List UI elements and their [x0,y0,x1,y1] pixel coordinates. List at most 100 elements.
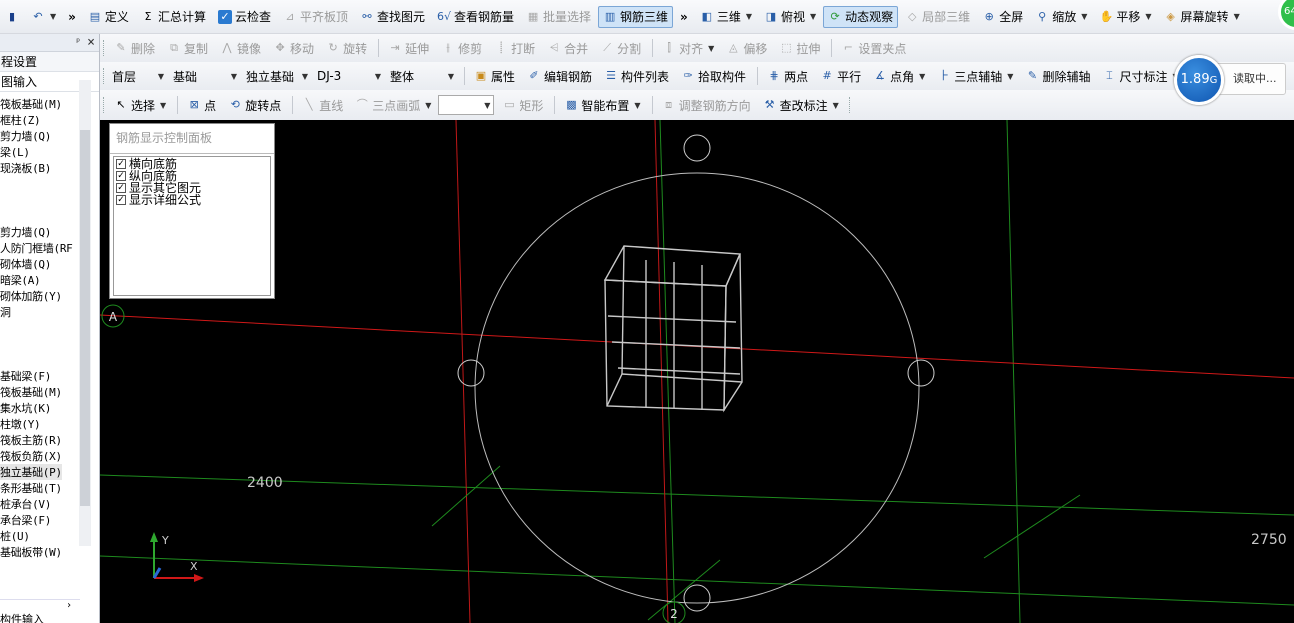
rebar-cage[interactable] [603,245,743,413]
rect-button[interactable]: ▭ 矩形 [497,94,548,116]
point-button[interactable]: ⊠ 点 [182,94,221,116]
tree-item[interactable]: 承台梁(F) [0,512,51,528]
checkbox[interactable]: ✓ [116,183,126,193]
local-3d-button[interactable]: ◇ 局部三维 [900,6,975,28]
toolbar-grip[interactable] [103,97,106,113]
set-vertex-button[interactable]: ⌐ 设置夹点 [836,37,911,59]
toolbar-grip[interactable] [103,68,106,84]
tree-item[interactable]: 桩(U) [0,528,30,544]
tree-item[interactable]: 筏板基础(M) [0,96,62,112]
arc-mode-select[interactable]: ▼ [438,95,495,115]
zoom-button[interactable]: ⚲ 缩放 ▼ [1030,6,1092,28]
pick-component-button[interactable]: ✑ 拾取构件 [676,65,751,87]
adjust-rebar-dir-button[interactable]: ⧈ 调整钢筋方向 [657,94,756,116]
overflow-button[interactable]: » [63,6,81,28]
trim-button[interactable]: ⫲ 修剪 [436,37,487,59]
rebar-3d-button[interactable]: ▥ 钢筋三维 [598,5,674,28]
delete-button[interactable]: ✎ 删除 [109,37,160,59]
summary-button[interactable]: Σ 汇总计算 [136,6,211,28]
tree-item[interactable]: 桩承台(V) [0,496,51,512]
point-angle-button[interactable]: ∡ 点角 ▼ [868,65,930,87]
scroll-thumb[interactable] [80,130,90,506]
toolbar-grip[interactable] [848,97,852,113]
pin-icon[interactable]: ᵖ [75,37,81,48]
memory-bubble[interactable]: 1.89G [1174,55,1224,105]
tree-item[interactable]: 现浇板(B) [0,160,51,176]
component-select[interactable]: DJ-3 ▼ [314,66,384,86]
rotate-point-button[interactable]: ⟲ 旋转点 [223,94,286,116]
overflow-button-2[interactable]: » [675,6,693,28]
properties-button[interactable]: ▣ 属性 [469,65,520,87]
dynamic-observe-button[interactable]: ⟳ 动态观察 [823,5,899,28]
toolbar-grip[interactable] [103,40,106,56]
copy-button[interactable]: ⧉ 复制 [162,37,213,59]
tree-item[interactable]: 基础板带(W) [0,544,62,560]
panel-option[interactable]: ✓ 显示详细公式 [116,194,268,206]
nav-component-input[interactable]: 构件输入 [0,611,44,623]
cad-viewport[interactable]: A 2 Y X [100,120,1294,623]
full-screen-button[interactable]: ⊕ 全屏 [977,6,1028,28]
checkbox[interactable]: ✓ [116,195,126,205]
undo-button[interactable]: ↶ ▼ [26,6,61,28]
tree-item[interactable]: 剪力墙(Q) [0,128,51,144]
select-button[interactable]: ↖ 选择 ▼ [109,94,171,116]
checkbox[interactable]: ✓ [116,171,126,181]
tree-item[interactable]: 梁(L) [0,144,30,160]
component-list-button[interactable]: ☰ 构件列表 [599,65,674,87]
smart-layout-button[interactable]: ▩ 智能布置 ▼ [559,94,645,116]
offset-button[interactable]: ◬ 偏移 [721,37,772,59]
tree-item[interactable]: 暗梁(A) [0,272,41,288]
tree-item[interactable]: 砌体加筋(Y) [0,288,62,304]
delete-aux-button[interactable]: ✎ 删除辅轴 [1020,65,1095,87]
merge-button[interactable]: ⩤ 合并 [542,37,593,59]
pan-button[interactable]: ✋ 平移 ▼ [1094,6,1156,28]
tree-item[interactable]: 集水坑(K) [0,400,51,416]
split-button[interactable]: ⟋ 分割 [595,37,646,59]
align-button[interactable]: ⫿ 对齐 ▼ [657,37,719,59]
category-select[interactable]: 基础 ▼ [170,66,240,86]
checkbox[interactable]: ✓ [116,159,126,169]
parallel-button[interactable]: # 平行 [815,65,866,87]
arc-button[interactable]: ⌒ 三点画弧 ▼ [350,94,436,116]
break-button[interactable]: ⸽ 打断 [489,37,540,59]
tree-item[interactable]: 框柱(Z) [0,112,41,128]
nav-project-settings[interactable]: 程设置 [0,52,99,72]
dimension-button[interactable]: ⌶尺寸标注▼ [1097,65,1183,87]
line-button[interactable]: ╲ 直线 [297,94,348,116]
screen-rotate-button[interactable]: ◈ 屏幕旋转 ▼ [1159,6,1245,28]
stretch-button[interactable]: ⬚ 拉伸 [774,37,825,59]
part-select[interactable]: 整体 ▼ [387,66,457,86]
flush-slab-button[interactable]: ⊿ 平齐板顶 [278,6,353,28]
define-button[interactable]: ▤ 定义 [83,6,134,28]
mirror-button[interactable]: ⋀ 镜像 [215,37,266,59]
tree-item[interactable]: 基础梁(F) [0,368,51,384]
move-button[interactable]: ✥ 移动 [268,37,319,59]
two-points-button[interactable]: ⋕ 两点 [762,65,813,87]
tree-item[interactable]: 独立基础(P) [0,464,62,480]
tree-item[interactable]: 人防门框墙(RF [0,240,73,256]
close-icon[interactable]: × [87,35,95,50]
tree-item[interactable]: 剪力墙(Q) [0,224,51,240]
type-select[interactable]: 独立基础 ▼ [243,66,311,86]
find-element-button[interactable]: ⚯ 查找图元 [355,6,430,28]
tree-item[interactable]: 条形基础(T) [0,480,62,496]
save-button[interactable]: ▮ [0,6,24,28]
three-point-aux-button[interactable]: ⺊三点辅轴 ▼ [932,65,1018,87]
tree-item[interactable]: 筏板主筋(R) [0,432,62,448]
rotate-button[interactable]: ↻ 旋转 [321,37,372,59]
edit-label-button[interactable]: ⚒ 查改标注 ▼ [758,94,844,116]
tree-scrollbar[interactable] [79,80,91,546]
tree-item[interactable]: 柱墩(Y) [0,416,41,432]
tree-item[interactable]: 筏板基础(M) [0,384,62,400]
edit-rebar-button[interactable]: ✐ 编辑钢筋 [522,65,597,87]
batch-select-button[interactable]: ▦ 批量选择 [521,6,596,28]
drawing-canvas[interactable]: A 2 Y X 2400 2750 钢筋显示控制面板 ✓ 横向底筋 ✓ 纵向底筋… [100,120,1294,623]
extend-button[interactable]: ⇥ 延伸 [383,37,434,59]
cloud-check-button[interactable]: ✓ 云检查 [213,6,276,28]
tree-item[interactable]: 洞 [0,304,11,320]
top-view-button[interactable]: ◨ 俯视 ▼ [759,6,821,28]
tree-item[interactable]: 筏板负筋(X) [0,448,62,464]
view-3d-button[interactable]: ◧ 三维 ▼ [695,6,757,28]
view-rebar-button[interactable]: 6√ 查看钢筋量 [432,6,519,28]
tree-item[interactable]: 砌体墙(Q) [0,256,51,272]
